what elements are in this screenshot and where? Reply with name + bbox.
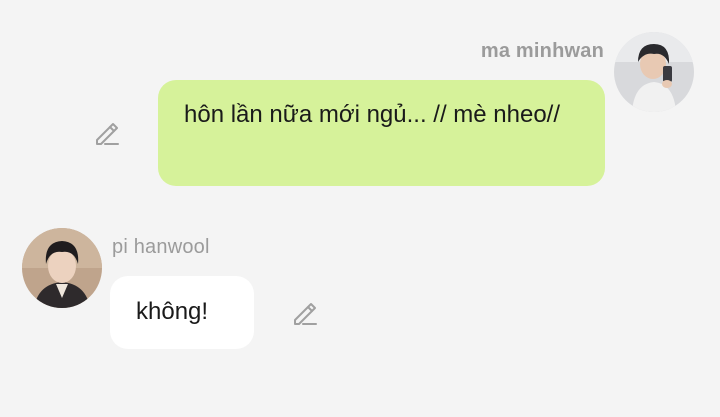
sender-name-hanwool: pi hanwool: [112, 236, 210, 258]
avatar-image: [614, 32, 694, 112]
avatar-minhwan[interactable]: [614, 32, 694, 112]
edit-pencil-icon[interactable]: [92, 118, 122, 148]
message-text: hôn lần nữa mới ngủ... // mè nheo//: [184, 101, 561, 128]
avatar-hanwool[interactable]: [22, 228, 102, 308]
message-bubble-outgoing[interactable]: hôn lần nữa mới ngủ... // mè nheo//: [158, 80, 605, 186]
edit-pencil-icon[interactable]: [290, 298, 320, 328]
sender-name-minhwan: ma minhwan: [480, 40, 604, 62]
message-bubble-incoming[interactable]: không!: [110, 276, 254, 349]
message-text: không!: [136, 298, 209, 325]
avatar-image: [22, 228, 102, 308]
